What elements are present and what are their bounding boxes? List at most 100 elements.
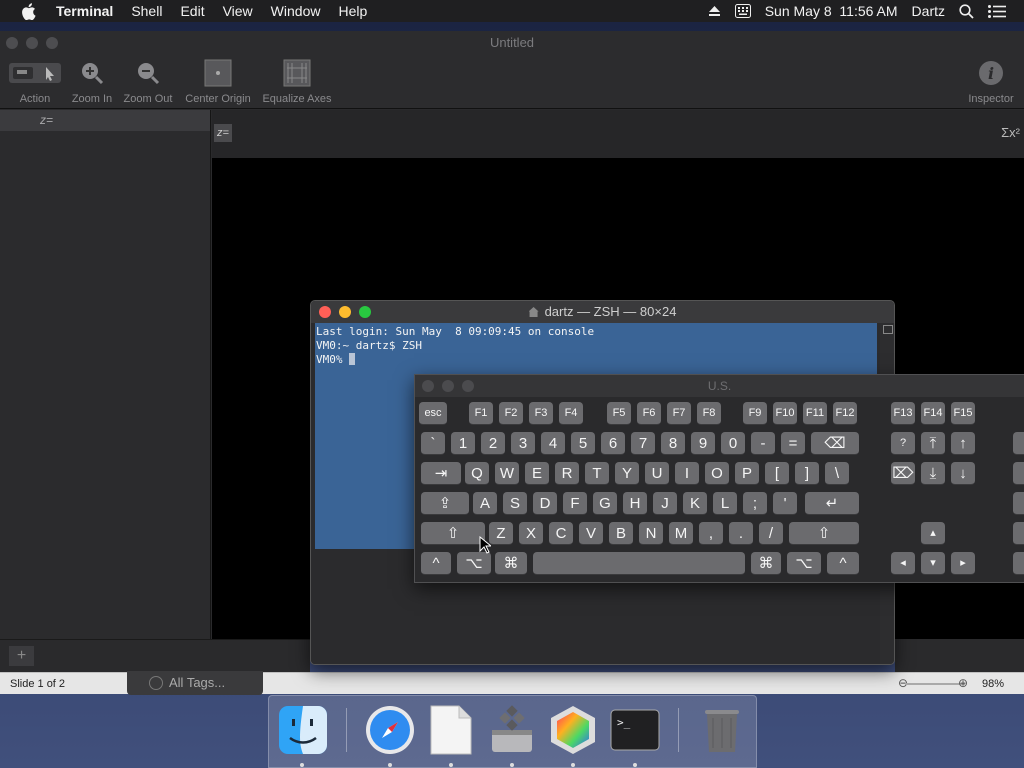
- key-f4[interactable]: F4: [559, 402, 583, 425]
- key-left-control[interactable]: ^: [421, 552, 451, 575]
- key-qwerty-1[interactable]: W: [495, 462, 519, 485]
- key-number-5[interactable]: 5: [571, 432, 595, 455]
- key-f1[interactable]: F1: [469, 402, 493, 425]
- key-number-7[interactable]: 7: [631, 432, 655, 455]
- key-caps-lock[interactable]: ⇪: [421, 492, 469, 515]
- key-number-0[interactable]: `: [421, 432, 445, 455]
- key-bottom-9[interactable]: /: [759, 522, 783, 545]
- safari-icon[interactable]: [364, 704, 416, 756]
- key-left-option[interactable]: ⌥: [457, 552, 491, 575]
- key-home-7[interactable]: K: [683, 492, 707, 515]
- equalize-axes-button[interactable]: Equalize Axes: [259, 59, 335, 105]
- terminal-zoom-button[interactable]: [359, 306, 371, 318]
- key-arrow-left[interactable]: ◂: [891, 552, 915, 575]
- key-right-shift[interactable]: ⇧: [789, 522, 859, 545]
- key-number-3[interactable]: 3: [511, 432, 535, 455]
- input-menu-icon[interactable]: [734, 4, 751, 18]
- key-number-4[interactable]: 4: [541, 432, 565, 455]
- menu-edit[interactable]: Edit: [171, 3, 213, 19]
- key-bottom-8[interactable]: .: [729, 522, 753, 545]
- zoom-out-button[interactable]: Zoom Out: [120, 59, 176, 105]
- key-qwerty-7[interactable]: I: [675, 462, 699, 485]
- key-qwerty-5[interactable]: Y: [615, 462, 639, 485]
- action-button[interactable]: Action: [8, 59, 62, 105]
- key-f7[interactable]: F7: [667, 402, 691, 425]
- key-home-9[interactable]: ;: [743, 492, 767, 515]
- key-home-4[interactable]: G: [593, 492, 617, 515]
- keypad-edge-key[interactable]: [1013, 432, 1024, 455]
- key-arrow-right[interactable]: ▸: [951, 552, 975, 575]
- key-f8[interactable]: F8: [697, 402, 721, 425]
- all-tags-button[interactable]: All Tags...: [169, 675, 225, 690]
- key-f6[interactable]: F6: [637, 402, 661, 425]
- key-qwerty-4[interactable]: T: [585, 462, 609, 485]
- keyboard-close-button[interactable]: [422, 380, 434, 392]
- menu-shell[interactable]: Shell: [122, 3, 171, 19]
- key-bottom-5[interactable]: N: [639, 522, 663, 545]
- finder-icon[interactable]: [277, 704, 329, 756]
- key-bottom-7[interactable]: ,: [699, 522, 723, 545]
- key-bottom-6[interactable]: M: [669, 522, 693, 545]
- key-arrow-down[interactable]: ▾: [921, 552, 945, 575]
- key-left-command[interactable]: ⌘: [495, 552, 527, 575]
- add-equation-button[interactable]: +: [9, 646, 34, 666]
- key-number-10[interactable]: 0: [721, 432, 745, 455]
- key-qwerty-2[interactable]: E: [525, 462, 549, 485]
- trash-icon[interactable]: [696, 704, 748, 756]
- key-left-shift[interactable]: ⇧: [421, 522, 485, 545]
- keypad-edge-key[interactable]: [1013, 522, 1024, 545]
- equation-palette-icon[interactable]: Σx²: [1001, 125, 1020, 140]
- eject-icon[interactable]: [708, 5, 721, 17]
- key-page-down[interactable]: ↓: [951, 462, 975, 485]
- textedit-icon[interactable]: [425, 704, 477, 756]
- key-qwerty-10[interactable]: [: [765, 462, 789, 485]
- key-qwerty-6[interactable]: U: [645, 462, 669, 485]
- key-number-9[interactable]: 9: [691, 432, 715, 455]
- key-qwerty-0[interactable]: Q: [465, 462, 489, 485]
- menu-user[interactable]: Dartz: [912, 3, 945, 19]
- key-right-option[interactable]: ⌥: [787, 552, 821, 575]
- key-page-up[interactable]: ↑: [951, 432, 975, 455]
- menu-window[interactable]: Window: [262, 3, 330, 19]
- key-home-3[interactable]: F: [563, 492, 587, 515]
- inspector-button[interactable]: i Inspector: [962, 59, 1020, 105]
- key-space[interactable]: [533, 552, 745, 575]
- key-home-2[interactable]: D: [533, 492, 557, 515]
- grapher-icon[interactable]: [547, 704, 599, 756]
- notification-center-icon[interactable]: [988, 4, 1006, 18]
- key-end[interactable]: ⤓: [921, 462, 945, 485]
- key-home[interactable]: ⤒: [921, 432, 945, 455]
- key-qwerty-11[interactable]: ]: [795, 462, 819, 485]
- key-number-11[interactable]: -: [751, 432, 775, 455]
- key-bottom-1[interactable]: X: [519, 522, 543, 545]
- keyboard-zoom-button[interactable]: [462, 380, 474, 392]
- key-bottom-4[interactable]: B: [609, 522, 633, 545]
- key-f12[interactable]: F12: [833, 402, 857, 425]
- keypad-edge-key[interactable]: [1013, 492, 1024, 515]
- key-qwerty-9[interactable]: P: [735, 462, 759, 485]
- menu-help[interactable]: Help: [329, 3, 376, 19]
- key-delete[interactable]: ⌫: [811, 432, 859, 455]
- key-f2[interactable]: F2: [499, 402, 523, 425]
- key-f3[interactable]: F3: [529, 402, 553, 425]
- keypad-edge-key[interactable]: [1013, 552, 1024, 575]
- key-tab[interactable]: ⇥: [421, 462, 461, 485]
- terminal-icon[interactable]: >_: [609, 704, 661, 756]
- terminal-minimize-button[interactable]: [339, 306, 351, 318]
- key-home-8[interactable]: L: [713, 492, 737, 515]
- keyboard-minimize-button[interactable]: [442, 380, 454, 392]
- menu-app-name[interactable]: Terminal: [56, 3, 122, 19]
- spotlight-search-icon[interactable]: [959, 3, 974, 19]
- key-right-control[interactable]: ^: [827, 552, 859, 575]
- key-bottom-3[interactable]: V: [579, 522, 603, 545]
- apple-menu-icon[interactable]: [0, 2, 56, 20]
- equation-bar[interactable]: z= Σx²: [212, 110, 1024, 158]
- key-return[interactable]: ↵: [805, 492, 859, 515]
- key-f11[interactable]: F11: [803, 402, 827, 425]
- keypad-edge-key[interactable]: [1013, 462, 1024, 485]
- key-home-1[interactable]: S: [503, 492, 527, 515]
- zoom-in-small-icon[interactable]: ⊕: [958, 676, 968, 690]
- key-home-6[interactable]: J: [653, 492, 677, 515]
- key-home-0[interactable]: A: [473, 492, 497, 515]
- menu-view[interactable]: View: [214, 3, 262, 19]
